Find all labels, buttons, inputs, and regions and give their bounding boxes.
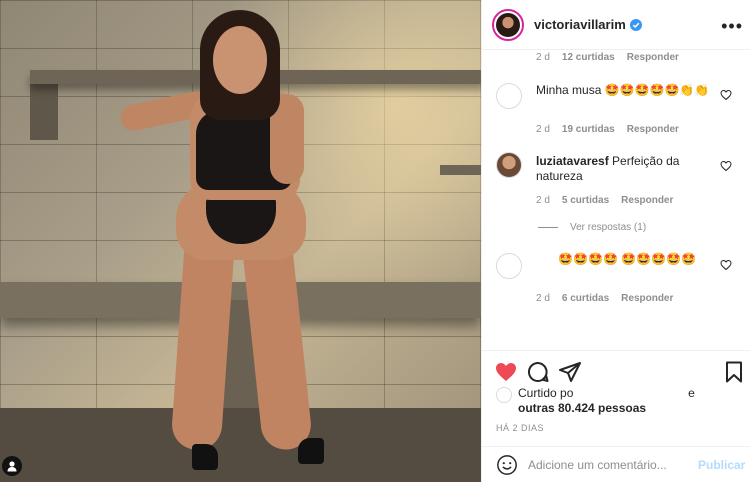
comment-likes[interactable]: 5 curtidas <box>562 195 609 206</box>
reply-button[interactable]: Responder <box>621 195 673 206</box>
post-photo[interactable] <box>0 0 481 482</box>
likes-count[interactable]: outras 80.424 pessoas <box>518 401 646 415</box>
commenter-username[interactable]: luziatavaresf <box>536 154 609 168</box>
left-heel <box>192 444 218 470</box>
right-leg <box>240 227 314 453</box>
share-icon[interactable] <box>558 360 582 384</box>
comment-likes[interactable]: 19 curtidas <box>562 124 615 135</box>
more-horizontal-icon[interactable]: ••• <box>721 16 743 37</box>
left-leg <box>170 228 236 452</box>
comment-text: Minha musa 🤩🤩🤩🤩🤩👏👏 <box>536 83 710 97</box>
comment-text: 🤩🤩🤩🤩 🤩🤩🤩🤩🤩 <box>558 252 696 266</box>
add-comment-bar: Publicar <box>482 446 750 482</box>
heart-outline-icon[interactable] <box>720 89 732 101</box>
author-username[interactable]: victoriavillarim <box>534 17 626 32</box>
wall-shelf-right <box>440 165 481 175</box>
comment-time: 2 d <box>536 52 550 63</box>
likes-suffix: e <box>688 386 695 400</box>
user-icon <box>7 461 17 472</box>
author-avatar[interactable] <box>492 8 524 41</box>
author-avatar-image <box>496 12 520 37</box>
verified-badge-icon <box>629 18 642 31</box>
comment-time: 2 d <box>536 293 550 304</box>
heart-outline-icon[interactable] <box>720 160 732 172</box>
comment-text: luziatavaresf Perfeição da natureza <box>536 154 716 184</box>
publish-button[interactable]: Publicar <box>698 458 745 472</box>
comment-time: 2 d <box>536 195 550 206</box>
heart-filled-icon[interactable] <box>494 360 518 384</box>
commenter-avatar[interactable] <box>496 83 522 109</box>
view-replies-button[interactable]: Ver respostas (1) <box>538 222 646 233</box>
commenter-avatar[interactable] <box>496 253 522 279</box>
comment-time: 2 d <box>536 124 550 135</box>
reply-button[interactable]: Responder <box>627 52 679 63</box>
comment-likes[interactable]: 6 curtidas <box>562 293 609 304</box>
emoji-icon[interactable] <box>496 454 518 476</box>
comment-meta: 2 d 6 curtidas Responder <box>536 293 673 304</box>
comment-input[interactable] <box>528 457 688 472</box>
reply-button[interactable]: Responder <box>627 124 679 135</box>
comment-meta: 2 d 19 curtidas Responder <box>536 124 679 135</box>
post-sidebar: victoriavillarim ••• 2 d 12 curtidas Respo… <box>481 0 750 482</box>
comment-likes[interactable]: 12 curtidas <box>562 52 615 63</box>
liker-avatar[interactable] <box>496 387 512 403</box>
heart-outline-icon[interactable] <box>720 259 732 271</box>
comment-meta: 2 d 12 curtidas Responder <box>536 52 679 63</box>
post-timestamp[interactable]: HÁ 2 DIAS <box>496 423 544 433</box>
head <box>213 26 267 94</box>
model-figure <box>118 10 340 480</box>
comment-meta: 2 d 5 curtidas Responder <box>536 195 673 206</box>
right-heel <box>298 438 324 464</box>
comment-icon[interactable] <box>526 360 550 384</box>
replies-divider <box>538 227 558 228</box>
commenter-avatar[interactable] <box>496 152 522 178</box>
comments-list: 2 d 12 curtidas Responder Minha musa 🤩🤩🤩🤩🤩… <box>482 51 750 349</box>
post-actions <box>482 350 750 386</box>
likes-prefix: Curtido po <box>518 386 574 400</box>
likes-text: Curtido po e outras 80.424 pessoas <box>518 386 750 416</box>
bookmark-icon[interactable] <box>722 360 746 384</box>
tagged-users-button[interactable] <box>2 456 22 476</box>
post-header: victoriavillarim ••• <box>482 0 750 50</box>
view-replies-label: Ver respostas (1) <box>570 222 647 233</box>
reply-button[interactable]: Responder <box>621 293 673 304</box>
